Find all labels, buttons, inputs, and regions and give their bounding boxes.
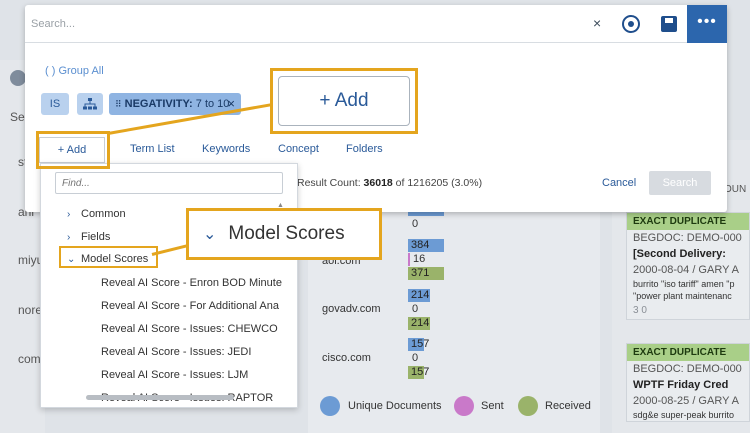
filter-value: 7 to 10: [195, 98, 230, 110]
chip-is[interactable]: IS: [41, 93, 69, 115]
hierarchy-icon: [83, 98, 97, 110]
bar-unique: 384: [408, 239, 444, 252]
chevron-down-icon: ⌄: [67, 254, 76, 265]
chevron-down-icon: ⌄: [203, 226, 217, 243]
more-options-button[interactable]: •••: [687, 5, 727, 43]
tab-concept[interactable]: Concept: [278, 143, 319, 155]
add-callout-label: + Add: [278, 76, 410, 126]
left-label: nore: [18, 303, 43, 317]
target-icon[interactable]: [622, 15, 640, 33]
right-header: OUN: [724, 184, 747, 195]
doc-subject: WPTF Friday Cred: [633, 379, 729, 391]
tree-item-label: Model Scores: [81, 253, 149, 265]
bar-sent-value: 0: [412, 303, 419, 315]
bar-unique: 214: [408, 289, 430, 302]
begdoc: BEGDOC: DEMO-000: [633, 363, 742, 375]
bar-sent: [408, 253, 410, 266]
find-input[interactable]: [55, 172, 283, 194]
document-card[interactable]: EXACT DUPLICATE BEGDOC: DEMO-000 [Second…: [626, 212, 750, 320]
result-count: Result Count: 36018 of 1216205 (3.0%): [297, 177, 482, 189]
bar-sent-value: 0: [412, 218, 419, 230]
cancel-button[interactable]: Cancel: [602, 177, 636, 189]
dashboard-icon: [10, 70, 26, 86]
tab-keywords[interactable]: Keywords: [202, 143, 250, 155]
begdoc: BEGDOC: DEMO-000: [633, 232, 742, 244]
left-label: Se: [10, 110, 25, 124]
model-scores-callout-label: Model Scores: [228, 223, 345, 244]
model-score-item[interactable]: Reveal AI Score - For Additional Ana: [101, 300, 279, 312]
legend-unique-dot: [320, 396, 340, 416]
clear-icon[interactable]: ×: [593, 15, 601, 31]
tree-item-model-scores[interactable]: ⌄ Model Scores: [67, 253, 148, 265]
domain-label: cisco.com: [322, 352, 371, 364]
tree-item-label: Fields: [81, 231, 111, 243]
add-button-highlight: [36, 131, 110, 169]
model-score-item[interactable]: Reveal AI Score - Issues: JEDI: [101, 346, 251, 358]
legend-received-dot: [518, 396, 538, 416]
drag-handle-icon[interactable]: ⠿: [115, 99, 122, 109]
doc-date: 2000-08-25 / GARY A: [633, 395, 739, 407]
filter-label: NEGATIVITY:: [124, 98, 193, 110]
model-scores-callout: ⌄ Model Scores: [186, 208, 382, 260]
group-all-toggle[interactable]: ( ) Group All: [45, 65, 104, 77]
tree-item-common[interactable]: › Common: [67, 208, 126, 220]
save-icon[interactable]: [661, 16, 677, 32]
model-score-item[interactable]: Reveal AI Score - Issues: LJM: [101, 369, 248, 381]
search-button[interactable]: Search: [649, 171, 711, 195]
doc-date: 2000-08-04 / GARY A: [633, 264, 739, 276]
field-picker-dropdown: ▲ ›Common ›Fields ⌄Model Scores Reveal A…: [40, 163, 298, 408]
result-number: 36018: [363, 177, 393, 189]
doc-snippet: "power plant maintenanc: [633, 291, 732, 301]
bar-received: 371: [408, 267, 444, 280]
bar-sent-value: 16: [413, 253, 426, 265]
document-card[interactable]: EXACT DUPLICATE BEGDOC: DEMO-000 WPTF Fr…: [626, 343, 750, 422]
chevron-right-icon: ›: [67, 209, 71, 220]
bar-received: 157: [408, 366, 429, 379]
legend-unique: Unique Documents: [348, 400, 442, 412]
model-score-item[interactable]: Reveal AI Score - Issues: CHEWCO: [101, 323, 278, 335]
bar-received: 214: [408, 317, 430, 330]
bar-sent-value: 0: [412, 352, 419, 364]
model-score-item[interactable]: Reveal AI Score - Enron BOD Minute: [101, 277, 282, 289]
result-label: Result Count:: [297, 177, 361, 189]
legend-sent: Sent: [481, 400, 504, 412]
doc-subject: [Second Delivery:: [633, 248, 726, 260]
search-bar: × •••: [25, 5, 727, 43]
hierarchy-chip[interactable]: [77, 93, 103, 115]
doc-snippet: sdg&e super-peak burrito: [633, 410, 735, 420]
legend-received: Received: [545, 400, 591, 412]
add-callout: + Add: [270, 68, 418, 134]
doc-meta: 3 0: [633, 305, 647, 316]
bar-unique: 157: [408, 338, 429, 351]
tab-folders[interactable]: Folders: [346, 143, 383, 155]
status-badge: EXACT DUPLICATE: [627, 344, 749, 361]
tab-term-list[interactable]: Term List: [130, 143, 175, 155]
domain-label: govadv.com: [322, 303, 381, 315]
status-badge: EXACT DUPLICATE: [627, 213, 749, 230]
tree-item-fields[interactable]: › Fields: [67, 231, 110, 243]
result-total: of 1216205 (3.0%): [395, 177, 483, 189]
horizontal-scrollbar[interactable]: [86, 395, 234, 400]
search-input[interactable]: [31, 15, 571, 33]
doc-snippet: burrito "iso tariff" amen "p: [633, 279, 735, 289]
chevron-right-icon: ›: [67, 232, 71, 243]
tree-item-label: Common: [81, 208, 126, 220]
legend-sent-dot: [454, 396, 474, 416]
